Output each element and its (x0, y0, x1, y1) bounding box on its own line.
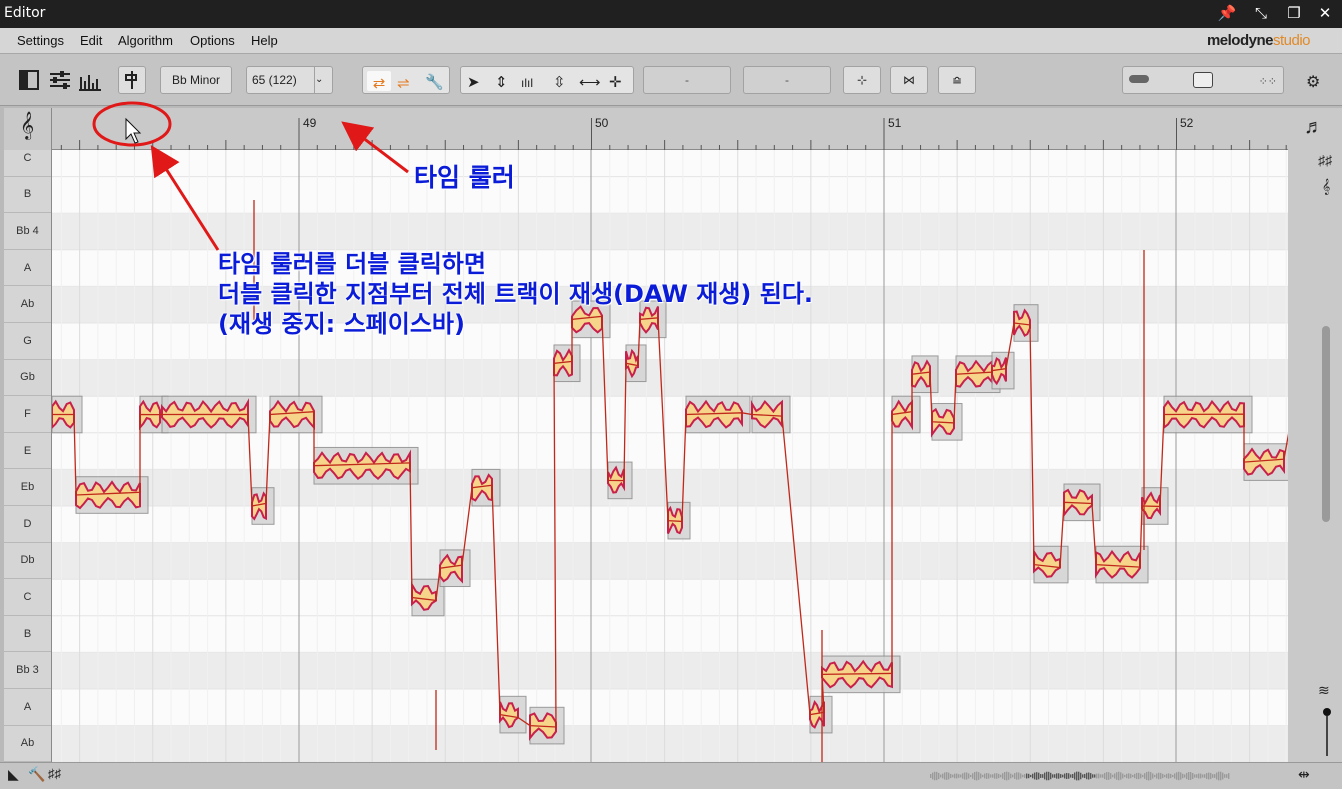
pointer-tool-icon[interactable]: ➤ (467, 70, 480, 96)
pitch-modulation-button[interactable]: ⪮ (938, 66, 976, 94)
amplitude-tool-icon[interactable]: ⇳ (553, 70, 566, 96)
separation-tool-icon[interactable]: ✛ (609, 70, 622, 96)
menu-options[interactable]: Options (190, 33, 235, 48)
note-grid[interactable] (52, 150, 1316, 762)
menu-bar: Settings Edit Algorithm Options Help mel… (0, 28, 1342, 54)
pitch-zoom-icon[interactable]: ≋ (1318, 682, 1330, 699)
menu-settings[interactable]: Settings (17, 33, 64, 48)
bars-icon (79, 75, 101, 91)
chevron-down-icon[interactable]: ⌄ (314, 67, 332, 93)
pitch-label-ab: Ab (4, 726, 51, 763)
pitch-label-e: E (4, 433, 51, 470)
pitch-label-d: D (4, 506, 51, 543)
edit-tool-group: ➤ ⇕ ılıl ⇳ ⟷ ✛ (460, 66, 634, 94)
pitch-label-b: B (4, 616, 51, 653)
bar-label-50: 50 (595, 116, 609, 130)
pitch-label-a: A (4, 689, 51, 726)
scale-selector[interactable]: Bb Minor (160, 66, 232, 94)
chromatic-grid-icon[interactable]: ♯♯ (1318, 152, 1332, 168)
pitch-label-eb: Eb (4, 469, 51, 506)
timing-tool-icon[interactable]: ⟷ (579, 70, 601, 96)
pitch-zoom-handle[interactable] (1323, 708, 1331, 716)
time-center-icon: ⋈ (903, 73, 915, 87)
pitch-label-f: F (4, 396, 51, 433)
pin-icon[interactable]: 📌 (1216, 3, 1238, 25)
pitch-center-icon: ⊹ (856, 73, 868, 87)
wrench-icon[interactable]: 🔧 (425, 70, 444, 96)
tempo-value: 65 (122) (252, 73, 297, 87)
maximize-icon[interactable]: ❐ (1283, 3, 1305, 25)
zoom-out-icon (1129, 75, 1149, 83)
pitch-label-c: C (4, 140, 51, 177)
levels-button[interactable] (77, 66, 103, 94)
annotation-ruler-label: 타임 룰러 (414, 163, 515, 192)
blob-canvas (52, 150, 1316, 762)
value-field-a[interactable]: - (643, 66, 731, 94)
time-ruler[interactable]: 49 50 51 52 (52, 108, 1288, 150)
pitch-label-db: Db (4, 543, 51, 580)
compress-icon: ⪮ (951, 73, 963, 87)
note-assignment-icon[interactable]: ♬ (1304, 116, 1324, 139)
grid-icon[interactable]: ♯♯ (48, 766, 61, 781)
layout-toggle-button[interactable] (16, 66, 42, 94)
melodyne-editor-window: Editor 📌 ⤡ ❐ ✕ Settings Edit Algorithm O… (0, 0, 1342, 789)
reference-icon (125, 71, 137, 89)
pitch-ruler[interactable]: C B Bb 4 A Ab G Gb F E Eb D Db C B Bb 3 A Ab (4, 150, 52, 763)
scale-grid-icon[interactable]: 𝄞 (1322, 178, 1330, 195)
quantize-time-button[interactable]: ⋈ (890, 66, 928, 94)
pitch-label-gb: Gb (4, 360, 51, 397)
close-icon[interactable]: ✕ (1314, 3, 1336, 25)
pitch-label-c: C (4, 579, 51, 616)
bar-label-51: 51 (888, 116, 902, 130)
formant-tool-icon[interactable]: ılıl (521, 70, 533, 96)
note-editor: 𝄞 49 50 51 52 C B Bb 4 A Ab G Gb F E Eb D Db C B Bb 3A… (0, 106, 1342, 763)
bar-label-52: 52 (1180, 116, 1194, 130)
menu-edit[interactable]: Edit (80, 33, 102, 48)
zoom-handle[interactable] (1193, 72, 1213, 88)
mixer-button[interactable] (46, 66, 74, 94)
vertical-scrollbar[interactable] (1322, 326, 1330, 522)
tool-icon[interactable]: 🔨 (28, 766, 45, 783)
time-ruler-ticks (60, 118, 1287, 150)
pitch-label-a: A (4, 250, 51, 287)
pitch-zoom-track[interactable] (1326, 716, 1328, 756)
bar-label-49: 49 (303, 116, 317, 130)
sliders-icon (50, 71, 70, 89)
horizontal-zoom-icon[interactable]: ⇹ (1298, 766, 1310, 783)
scrub-icon[interactable]: ⇌ (397, 71, 410, 97)
annotation-line-1: 타임 룰러를 더블 클릭하면 (218, 250, 486, 278)
pitch-label-b: B (4, 177, 51, 214)
bottom-bar: ◣ 🔨 ♯♯ ⇹ (0, 762, 1342, 789)
restore-icon[interactable]: ⤡ (1250, 3, 1272, 25)
annotation-line-2: 더블 클릭한 지점부터 전체 트랙이 재생(DAW 재생) 된다. (218, 280, 814, 308)
pitch-label-ab: Ab (4, 286, 51, 323)
macro-tool-group: ⇄ ⇌ 🔧 (362, 66, 450, 94)
reference-button[interactable] (118, 66, 146, 94)
play-audio-icon[interactable]: ⇄ (367, 71, 391, 92)
tempo-field[interactable]: 65 (122) ⌄ (246, 66, 333, 94)
value-field-b[interactable]: - (743, 66, 831, 94)
melodyne-logo: melodynestudio (1206, 32, 1311, 49)
pitch-tool-icon[interactable]: ⇕ (495, 70, 508, 96)
title-bar: Editor 📌 ⤡ ❐ ✕ (0, 0, 1342, 28)
zoom-slider[interactable]: ⁘⁘ (1122, 66, 1284, 94)
gear-icon[interactable]: ⚙ (1306, 72, 1320, 92)
pitch-label-bb-4: Bb 4 (4, 213, 51, 250)
quantize-pitch-button[interactable]: ⊹ (843, 66, 881, 94)
layout-icon (19, 70, 39, 90)
pitch-label-g: G (4, 323, 51, 360)
toolbar: Bb Minor 65 (122) ⌄ ⇄ ⇌ 🔧 ➤ ⇕ ılıl ⇳ ⟷ ✛… (0, 54, 1342, 106)
annotation-line-3: (재생 중지: 스페이스바) (218, 310, 465, 338)
pitch-label-bb-3: Bb 3 (4, 652, 51, 689)
menu-help[interactable]: Help (251, 33, 278, 48)
zoom-in-icon: ⁘⁘ (1258, 76, 1277, 88)
window-title: Editor (4, 5, 46, 21)
right-side-panel: ♬ ♯♯ 𝄞 ≋ (1288, 108, 1342, 763)
waveform-overview[interactable] (930, 769, 1230, 783)
play-cursor-icon[interactable]: ◣ (8, 766, 19, 783)
menu-algorithm[interactable]: Algorithm (118, 33, 173, 48)
treble-clef-icon[interactable]: 𝄞 (20, 112, 34, 140)
